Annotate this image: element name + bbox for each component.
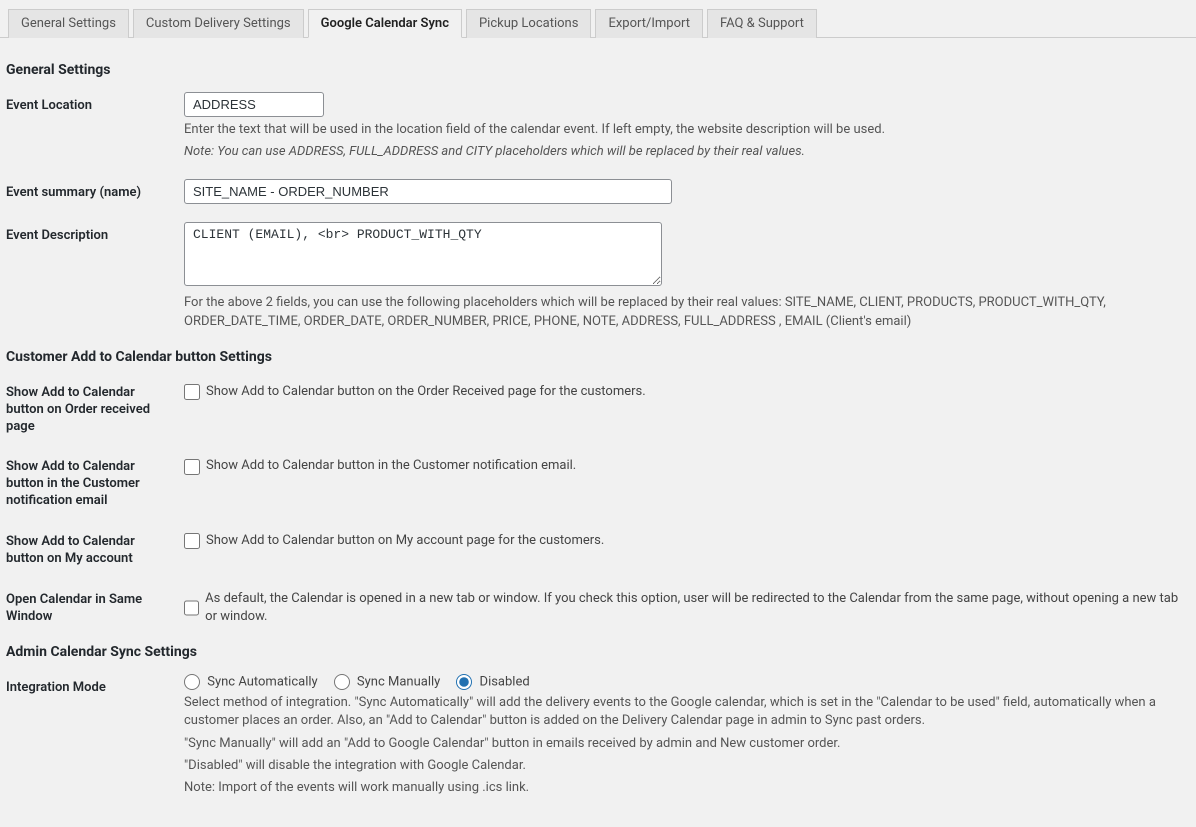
- label-event-location: Event Location: [6, 92, 184, 115]
- text-show-order-received: Show Add to Calendar button on the Order…: [206, 383, 646, 401]
- help-integration-4: Note: Import of the events will work man…: [184, 779, 1190, 797]
- note-event-location: Note: You can use ADDRESS, FULL_ADDRESS …: [184, 144, 805, 159]
- label-open-same-window: Open Calendar in Same Window: [6, 586, 184, 626]
- input-event-location[interactable]: [184, 92, 324, 117]
- radio-wrap-auto[interactable]: Sync Automatically: [184, 674, 318, 690]
- help-integration-3: "Disabled" will disable the integration …: [184, 757, 1190, 775]
- radio-wrap-manual[interactable]: Sync Manually: [334, 674, 441, 690]
- radio-disabled[interactable]: [456, 674, 472, 690]
- radio-wrap-disabled[interactable]: Disabled: [456, 674, 529, 690]
- row-event-location: Event Location Enter the text that will …: [6, 92, 1190, 161]
- label-show-in-email: Show Add to Calendar button in the Custo…: [6, 453, 184, 510]
- label-show-order-received: Show Add to Calendar button on Order rec…: [6, 379, 184, 436]
- text-show-my-account: Show Add to Calendar button on My accoun…: [206, 532, 604, 550]
- help-event-location: Enter the text that will be used in the …: [184, 121, 1190, 139]
- row-show-order-received: Show Add to Calendar button on Order rec…: [6, 379, 1190, 436]
- label-event-summary: Event summary (name): [6, 179, 184, 202]
- row-integration-mode: Integration Mode Sync Automatically Sync…: [6, 674, 1190, 797]
- radio-sync-manual[interactable]: [334, 674, 350, 690]
- settings-tabs: General Settings Custom Delivery Setting…: [0, 8, 1196, 38]
- radio-label-manual: Sync Manually: [357, 675, 440, 690]
- section-customer-button-settings: Customer Add to Calendar button Settings: [6, 349, 1190, 365]
- checkbox-show-order-received[interactable]: [184, 384, 200, 400]
- checkbox-open-same-window[interactable]: [184, 600, 199, 616]
- textarea-event-description[interactable]: CLIENT (EMAIL), <br> PRODUCT_WITH_QTY: [184, 222, 662, 286]
- label-integration-mode: Integration Mode: [6, 674, 184, 697]
- row-event-summary: Event summary (name): [6, 179, 1190, 204]
- radio-label-disabled: Disabled: [480, 675, 530, 690]
- tab-pickup-locations[interactable]: Pickup Locations: [466, 9, 591, 38]
- tab-general-settings[interactable]: General Settings: [8, 9, 129, 38]
- checkbox-show-my-account[interactable]: [184, 533, 200, 549]
- help-integration-2: "Sync Manually" will add an "Add to Goog…: [184, 735, 1190, 753]
- tab-export-import[interactable]: Export/Import: [595, 9, 703, 38]
- label-show-my-account: Show Add to Calendar button on My accoun…: [6, 528, 184, 568]
- input-event-summary[interactable]: [184, 179, 672, 204]
- radio-label-auto: Sync Automatically: [207, 675, 317, 690]
- tab-google-calendar-sync[interactable]: Google Calendar Sync: [308, 9, 462, 38]
- row-event-description: Event Description CLIENT (EMAIL), <br> P…: [6, 222, 1190, 330]
- section-admin-sync-settings: Admin Calendar Sync Settings: [6, 644, 1190, 660]
- text-show-in-email: Show Add to Calendar button in the Custo…: [206, 457, 576, 475]
- checkbox-show-in-email[interactable]: [184, 459, 200, 475]
- label-event-description: Event Description: [6, 222, 184, 245]
- tab-faq-support[interactable]: FAQ & Support: [707, 9, 817, 38]
- row-show-in-email: Show Add to Calendar button in the Custo…: [6, 453, 1190, 510]
- section-general-settings: General Settings: [6, 62, 1190, 78]
- help-event-description: For the above 2 fields, you can use the …: [184, 294, 1190, 330]
- tab-custom-delivery-settings[interactable]: Custom Delivery Settings: [133, 9, 304, 38]
- radio-sync-auto[interactable]: [184, 674, 200, 690]
- row-open-same-window: Open Calendar in Same Window As default,…: [6, 586, 1190, 626]
- row-show-my-account: Show Add to Calendar button on My accoun…: [6, 528, 1190, 568]
- text-open-same-window: As default, the Calendar is opened in a …: [205, 590, 1190, 626]
- tab-panel: General Settings Event Location Enter th…: [0, 38, 1196, 827]
- help-integration-1: Select method of integration. "Sync Auto…: [184, 694, 1190, 730]
